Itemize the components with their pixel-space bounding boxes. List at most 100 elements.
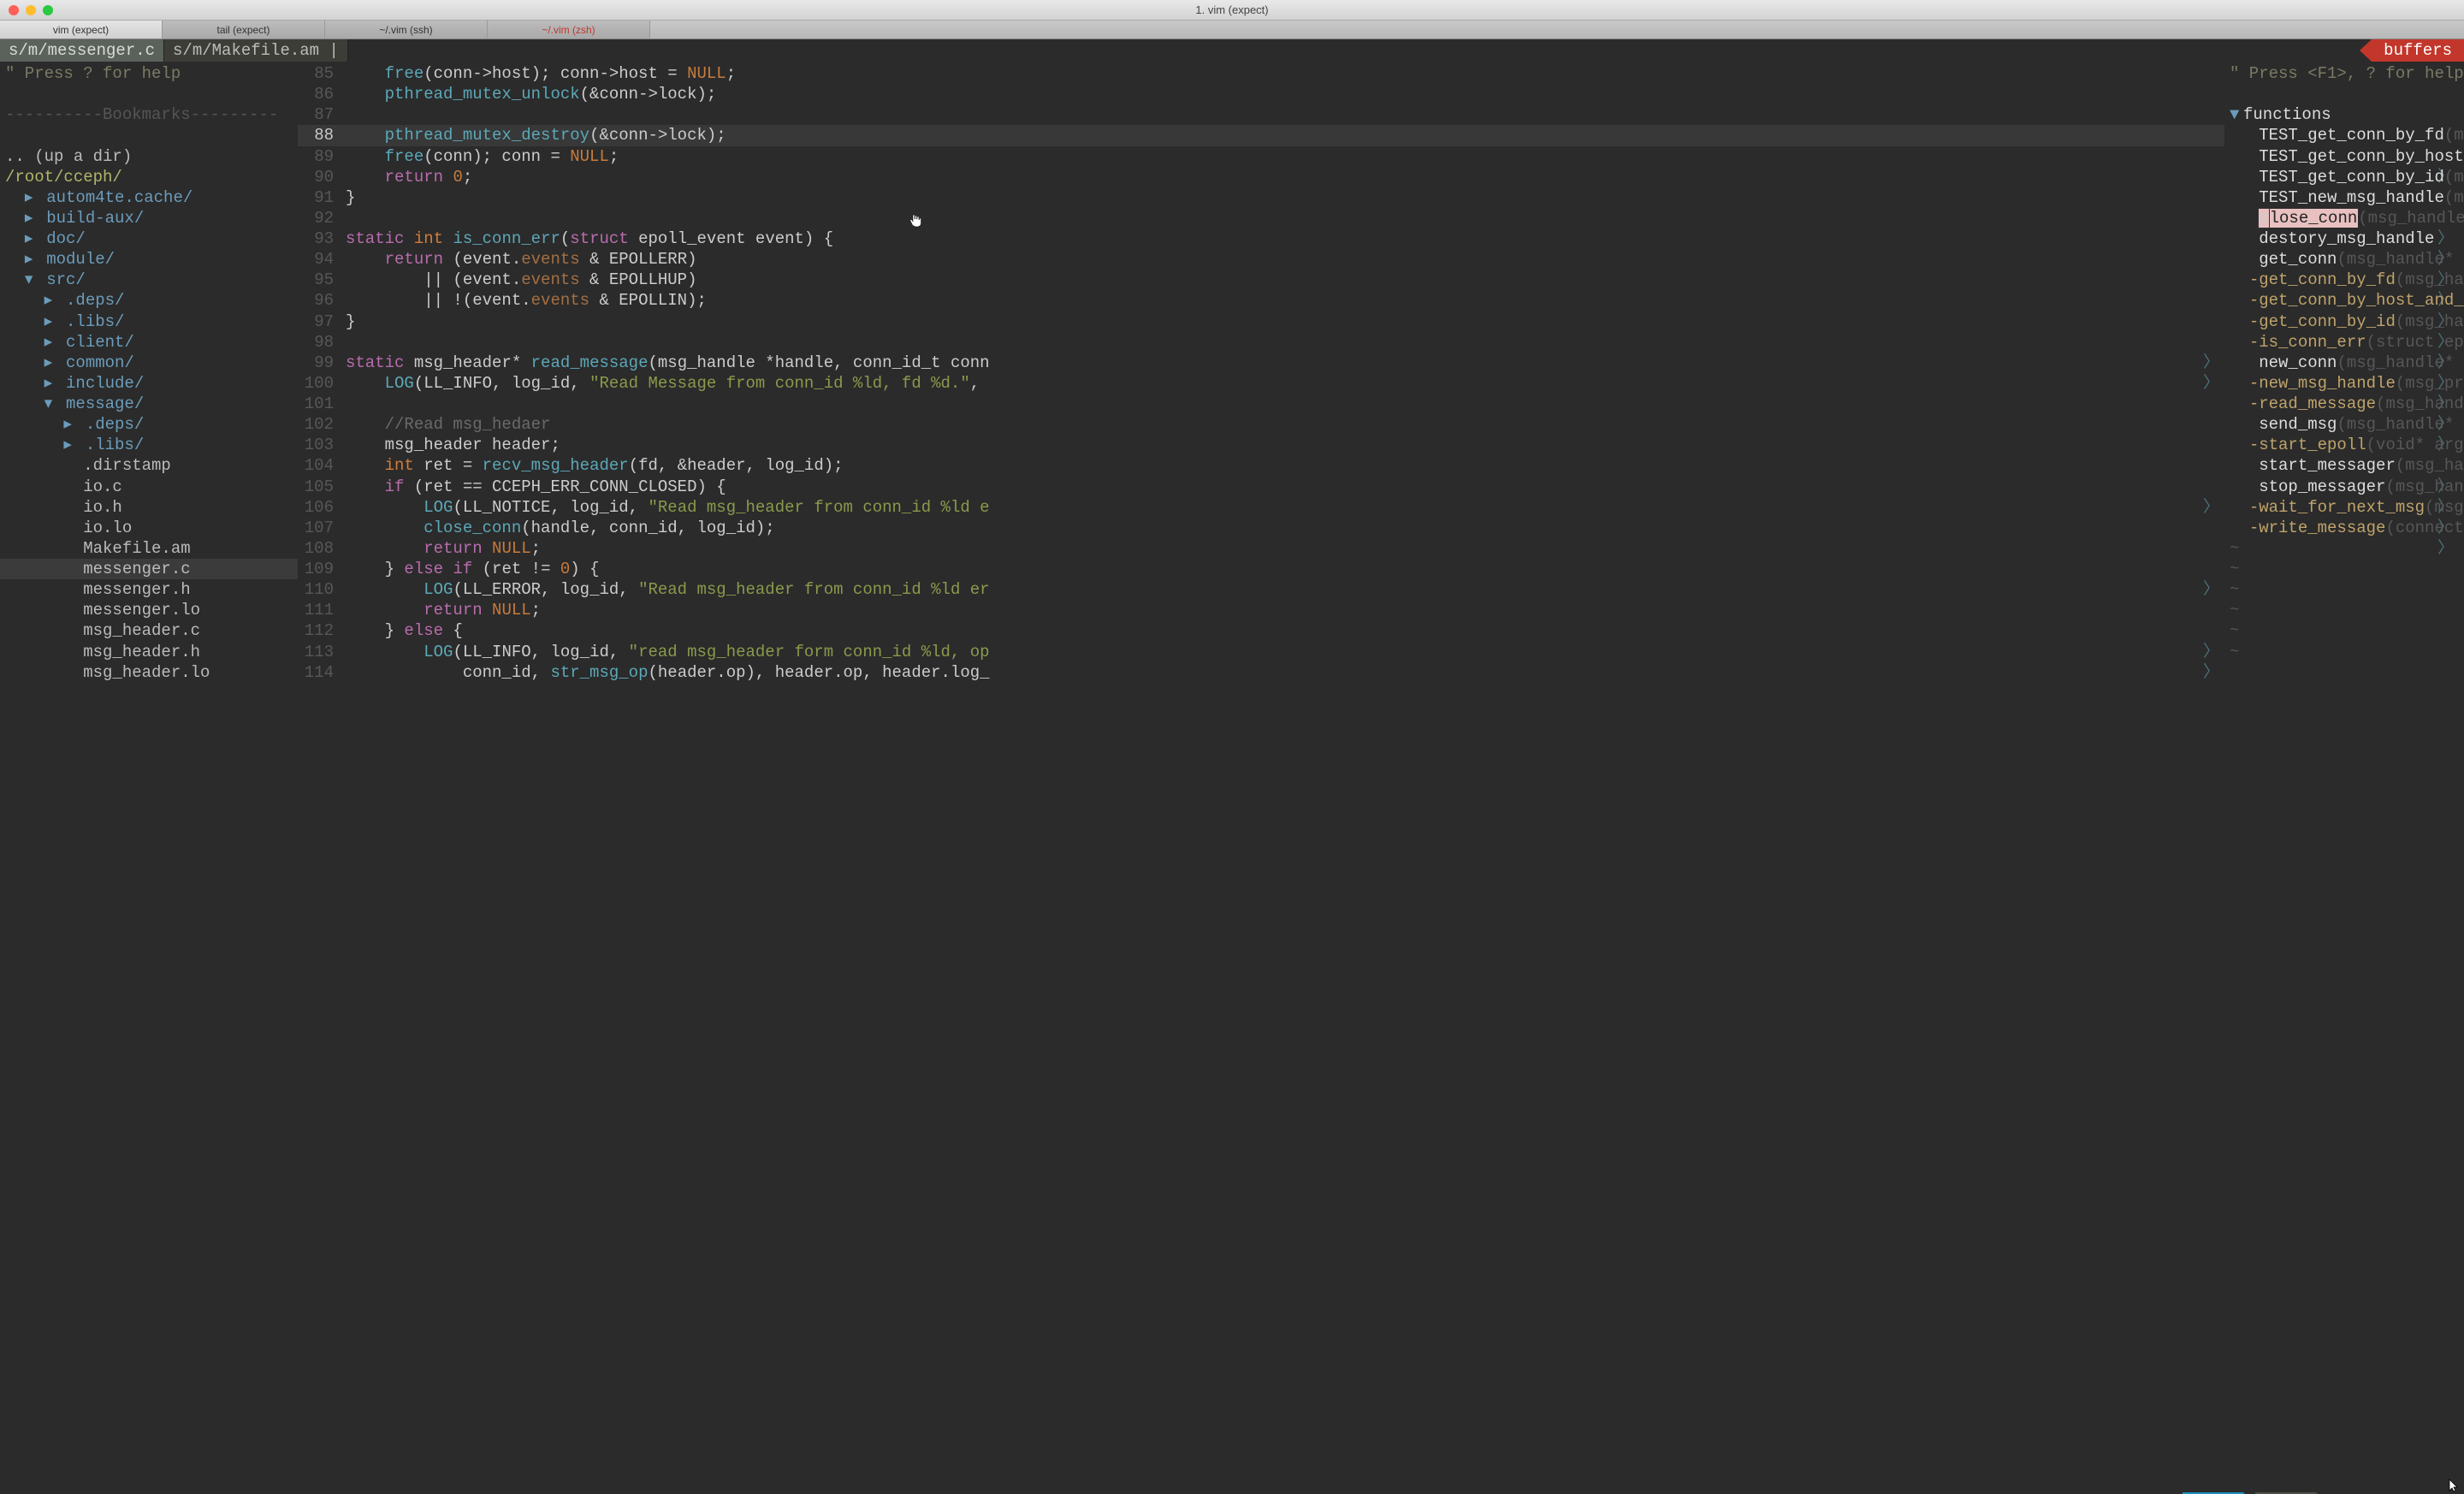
code-line-85[interactable]: 85 free(conn->host); conn->host = NULL; bbox=[298, 63, 2224, 84]
tagbar-fn-get_conn_by_id[interactable]: -get_conn_by_id(msg_ha〉 bbox=[2224, 311, 2464, 332]
tagbar-fn-get_conn_by_host_and_[interactable]: -get_conn_by_host_and_〉 bbox=[2224, 290, 2464, 311]
terminal-tab-2[interactable]: ~/.vim (ssh) bbox=[325, 21, 488, 39]
nerdtree-file-msg_headerc[interactable]: msg_header.c bbox=[0, 620, 298, 641]
terminal-tabstrip: vim (expect)tail (expect)~/.vim (ssh)~/.… bbox=[0, 21, 2464, 39]
chevron-icon: ▸ bbox=[25, 208, 37, 228]
code-line-92[interactable]: 92 bbox=[298, 208, 2224, 228]
chevron-icon: ▸ bbox=[25, 228, 37, 249]
code-line-86[interactable]: 86 pthread_mutex_unlock(&conn->lock); bbox=[298, 84, 2224, 104]
tagbar-fn-is_conn_err[interactable]: -is_conn_err(struct ep〉 bbox=[2224, 332, 2464, 353]
nerdtree-dir-libs[interactable]: ▸ .libs/ bbox=[0, 311, 298, 332]
buffer-tab-active[interactable]: s/m/messenger.c bbox=[0, 39, 164, 62]
nerdtree-dir-deps[interactable]: ▸ .deps/ bbox=[0, 414, 298, 435]
code-line-106[interactable]: 106 LOG(LL_NOTICE, log_id, "Read msg_hea… bbox=[298, 497, 2224, 518]
nerdtree-dir-src[interactable]: ▾ src/ bbox=[0, 270, 298, 290]
code-line-105[interactable]: 105 if (ret == CCEPH_ERR_CONN_CLOSED) { bbox=[298, 477, 2224, 497]
macos-titlebar: 1. vim (expect) bbox=[0, 0, 2464, 21]
code-line-101[interactable]: 101 bbox=[298, 394, 2224, 414]
nerdtree-dir-buildaux[interactable]: ▸ build-aux/ bbox=[0, 208, 298, 228]
terminal-tab-0[interactable]: vim (expect) bbox=[0, 21, 163, 39]
code-line-91[interactable]: 91} bbox=[298, 187, 2224, 208]
chevron-icon: ▸ bbox=[44, 311, 56, 332]
code-line-110[interactable]: 110 LOG(LL_ERROR, log_id, "Read msg_head… bbox=[298, 579, 2224, 600]
tagbar-fn-stop_messager[interactable]: stop_messager(msg_han〉 bbox=[2224, 477, 2464, 497]
code-line-94[interactable]: 94 return (event.events & EPOLLERR) bbox=[298, 249, 2224, 270]
nerdtree-file-msg_headerh[interactable]: msg_header.h bbox=[0, 642, 298, 662]
tagbar-fn-start_epoll[interactable]: -start_epoll(void* arg) bbox=[2224, 435, 2464, 455]
buffer-tab-inactive[interactable]: s/m/Makefile.am | bbox=[164, 39, 348, 62]
nerdtree-file-dirstamp[interactable]: .dirstamp bbox=[0, 455, 298, 476]
nerdtree-dir-doc[interactable]: ▸ doc/ bbox=[0, 228, 298, 249]
code-line-90[interactable]: 90 return 0; bbox=[298, 167, 2224, 187]
nerdtree-root[interactable]: /root/cceph/ bbox=[0, 167, 298, 187]
nerdtree-file-messengerc[interactable]: messenger.c bbox=[0, 559, 298, 579]
minimize-window-button[interactable] bbox=[26, 5, 36, 15]
nerdtree-dir-module[interactable]: ▸ module/ bbox=[0, 249, 298, 270]
code-line-95[interactable]: 95 || (event.events & EPOLLHUP) bbox=[298, 270, 2224, 290]
nerdtree-dir-client[interactable]: ▸ client/ bbox=[0, 332, 298, 353]
code-line-100[interactable]: 100 LOG(LL_INFO, log_id, "Read Message f… bbox=[298, 373, 2224, 394]
nerdtree-dir-message[interactable]: ▾ message/ bbox=[0, 394, 298, 414]
tagbar-empty-line: ~ bbox=[2224, 642, 2464, 662]
nerdtree-file-messengerlo[interactable]: messenger.lo bbox=[0, 600, 298, 620]
tagbar-empty-line: ~ bbox=[2224, 600, 2464, 620]
nerdtree-up-dir[interactable]: .. (up a dir) bbox=[0, 146, 298, 167]
code-pane[interactable]: 85 free(conn->host); conn->host = NULL;8… bbox=[298, 62, 2224, 1492]
code-line-109[interactable]: 109 } else if (ret != 0) { bbox=[298, 559, 2224, 579]
tagbar-fn-get_conn[interactable]: get_conn(msg_handle* 〉 bbox=[2224, 249, 2464, 270]
code-line-98[interactable]: 98 bbox=[298, 332, 2224, 353]
code-line-88[interactable]: 88 pthread_mutex_destroy(&conn->lock); bbox=[298, 125, 2224, 145]
buffers-label[interactable]: buffers bbox=[2372, 39, 2464, 62]
tagbar-fn-new_conn[interactable]: new_conn(msg_handle* 〉 bbox=[2224, 353, 2464, 373]
code-line-87[interactable]: 87 bbox=[298, 104, 2224, 125]
nerdtree-dir-common[interactable]: ▸ common/ bbox=[0, 353, 298, 373]
tagbar-fn-start_messager[interactable]: start_messager(msg_ha〉 bbox=[2224, 455, 2464, 476]
nerdtree-file-ioh[interactable]: io.h bbox=[0, 497, 298, 518]
terminal-tab-1[interactable]: tail (expect) bbox=[163, 21, 325, 39]
nerdtree-file-msg_headerlo[interactable]: msg_header.lo bbox=[0, 662, 298, 683]
tagbar-fn-close_conn[interactable]: close_conn(msg_handle〉 bbox=[2224, 208, 2464, 228]
tagbar-fn-TEST_get_conn_by_host[interactable]: TEST_get_conn_by_host〉 bbox=[2224, 146, 2464, 167]
maximize-window-button[interactable] bbox=[43, 5, 53, 15]
chevron-icon: ▸ bbox=[25, 187, 37, 208]
code-line-97[interactable]: 97} bbox=[298, 311, 2224, 332]
window-title: 1. vim (expect) bbox=[1195, 3, 1268, 16]
code-line-93[interactable]: 93static int is_conn_err(struct epoll_ev… bbox=[298, 228, 2224, 249]
code-line-104[interactable]: 104 int ret = recv_msg_header(fd, &heade… bbox=[298, 455, 2224, 476]
code-line-111[interactable]: 111 return NULL; bbox=[298, 600, 2224, 620]
code-line-102[interactable]: 102 //Read msg_hedaer bbox=[298, 414, 2224, 435]
nerdtree-pane[interactable]: " Press ? for help ----------Bookmarks--… bbox=[0, 62, 298, 1492]
nerdtree-dir-include[interactable]: ▸ include/ bbox=[0, 373, 298, 394]
nerdtree-file-messengerh[interactable]: messenger.h bbox=[0, 579, 298, 600]
code-line-103[interactable]: 103 msg_header header; bbox=[298, 435, 2224, 455]
tagbar-section-functions[interactable]: ▼functions bbox=[2224, 104, 2464, 125]
code-line-112[interactable]: 112 } else { bbox=[298, 620, 2224, 641]
tagbar-fn-TEST_new_msg_handle[interactable]: TEST_new_msg_handle(m bbox=[2224, 187, 2464, 208]
nerdtree-dir-libs[interactable]: ▸ .libs/ bbox=[0, 435, 298, 455]
tagbar-fn-destory_msg_handle[interactable]: destory_msg_handle〉 bbox=[2224, 228, 2464, 249]
tagbar-fn-read_message[interactable]: -read_message(msg_hand〉 bbox=[2224, 394, 2464, 414]
tagbar-fn-TEST_get_conn_by_fd[interactable]: TEST_get_conn_by_fd(m bbox=[2224, 125, 2464, 145]
nerdtree-dir-autom4tecache[interactable]: ▸ autom4te.cache/ bbox=[0, 187, 298, 208]
nerdtree-file-ioc[interactable]: io.c bbox=[0, 477, 298, 497]
code-line-99[interactable]: 99static msg_header* read_message(msg_ha… bbox=[298, 353, 2224, 373]
code-line-89[interactable]: 89 free(conn); conn = NULL; bbox=[298, 146, 2224, 167]
code-line-108[interactable]: 108 return NULL; bbox=[298, 538, 2224, 559]
chevron-icon: ▸ bbox=[44, 290, 56, 311]
nerdtree-dir-deps[interactable]: ▸ .deps/ bbox=[0, 290, 298, 311]
tagbar-fn-wait_for_next_msg[interactable]: -wait_for_next_msg(msg〉 bbox=[2224, 497, 2464, 518]
code-line-113[interactable]: 113 LOG(LL_INFO, log_id, "read msg_heade… bbox=[298, 642, 2224, 662]
nerdtree-file-iolo[interactable]: io.lo bbox=[0, 518, 298, 538]
tagbar-fn-send_msg[interactable]: send_msg(msg_handle* 〉 bbox=[2224, 414, 2464, 435]
tagbar-fn-TEST_get_conn_by_id[interactable]: TEST_get_conn_by_id(m bbox=[2224, 167, 2464, 187]
nerdtree-file-Makefileam[interactable]: Makefile.am bbox=[0, 538, 298, 559]
terminal-tab-3[interactable]: ~/.vim (zsh) bbox=[488, 21, 650, 39]
tagbar-fn-get_conn_by_fd[interactable]: -get_conn_by_fd(msg_ha〉 bbox=[2224, 270, 2464, 290]
tagbar-fn-new_msg_handle[interactable]: -new_msg_handle(msg_pr〉 bbox=[2224, 373, 2464, 394]
tagbar-fn-write_message[interactable]: -write_message(connect〉 bbox=[2224, 518, 2464, 538]
code-line-114[interactable]: 114 conn_id, str_msg_op(header.op), head… bbox=[298, 662, 2224, 683]
close-window-button[interactable] bbox=[9, 5, 19, 15]
code-line-96[interactable]: 96 || !(event.events & EPOLLIN); bbox=[298, 290, 2224, 311]
tagbar-pane[interactable]: " Press <F1>, ? for help ▼functions TEST… bbox=[2224, 62, 2464, 1492]
code-line-107[interactable]: 107 close_conn(handle, conn_id, log_id); bbox=[298, 518, 2224, 538]
